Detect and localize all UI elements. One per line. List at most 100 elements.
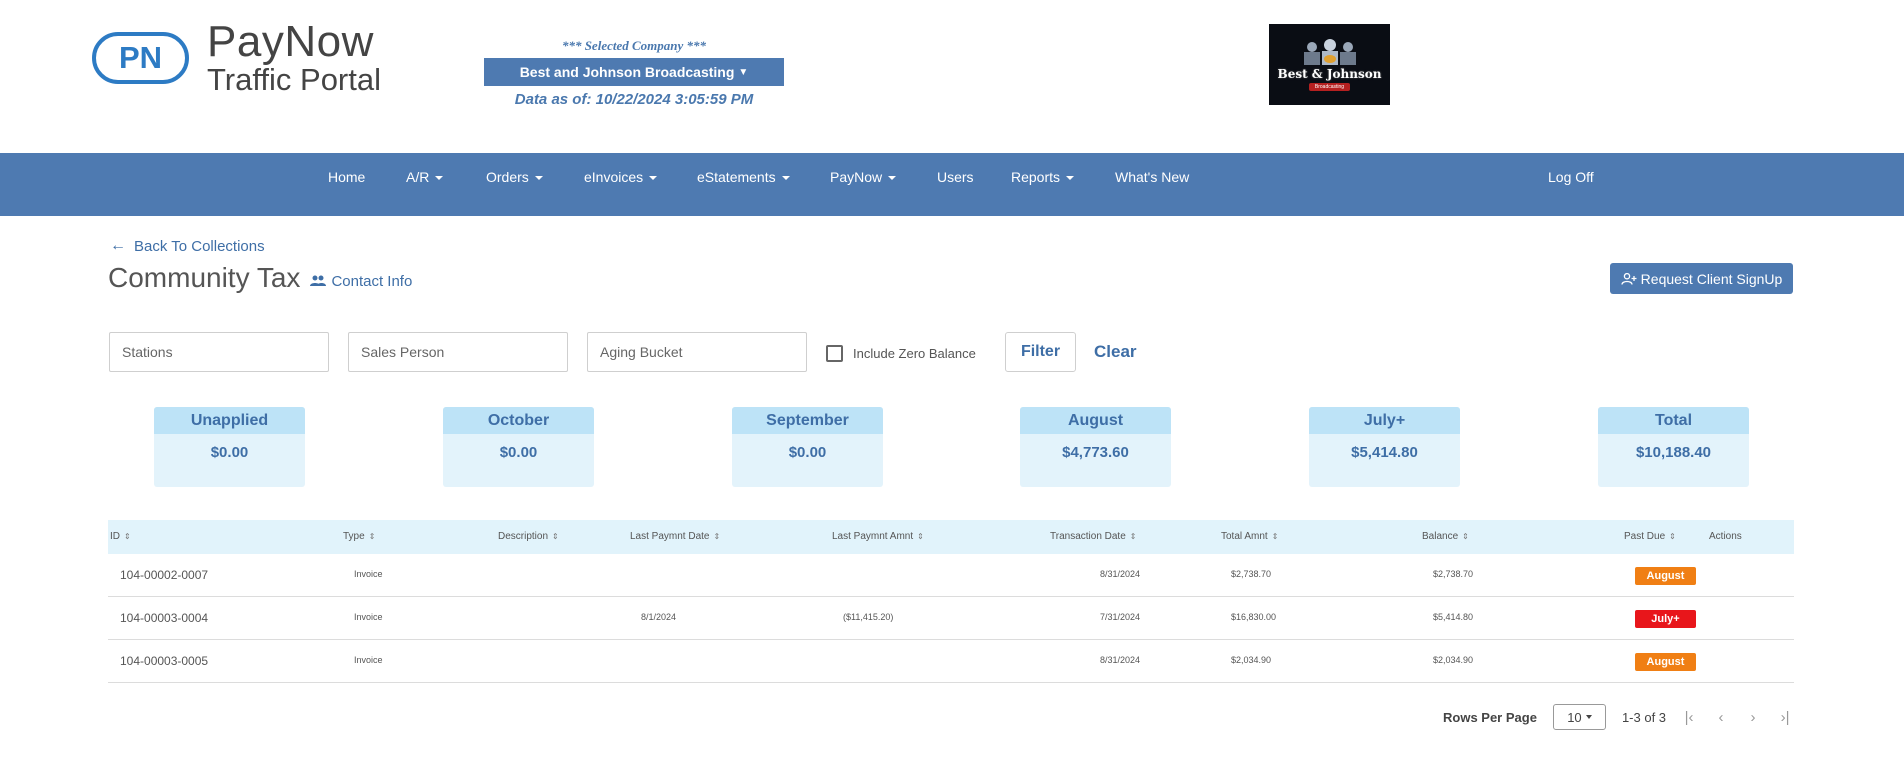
col-header-label: Type	[343, 531, 365, 542]
nav-einvoices[interactable]: eInvoices	[584, 166, 658, 188]
nav-reports[interactable]: Reports	[1011, 166, 1075, 188]
nav-log-off[interactable]: Log Off	[1548, 166, 1594, 188]
table-row[interactable]: 104-00002-0007 Invoice 8/31/2024 $2,738.…	[108, 554, 1794, 597]
company-selector: *** Selected Company *** Best and Johnso…	[484, 38, 784, 108]
col-header-description[interactable]: Description ⇕	[498, 531, 559, 542]
include-zero-balance[interactable]: Include Zero Balance	[826, 345, 976, 362]
last-page-icon[interactable]: ›|	[1776, 709, 1794, 726]
nav-einvoices-label: eInvoices	[584, 169, 644, 185]
col-header-label: Transaction Date	[1050, 531, 1126, 542]
prev-page-icon[interactable]: ‹	[1712, 709, 1730, 726]
cell-id[interactable]: 104-00003-0005	[120, 654, 208, 668]
nav-reports-label: Reports	[1011, 169, 1061, 185]
include-zero-balance-checkbox[interactable]	[826, 345, 843, 362]
nav-whats-new-label: What's New	[1115, 169, 1190, 185]
contact-info-link[interactable]: Contact Info	[310, 273, 412, 290]
back-to-collections-link[interactable]: ← Back To Collections	[110, 237, 265, 255]
cell-id[interactable]: 104-00003-0004	[120, 611, 208, 625]
col-header-actions: Actions	[1709, 531, 1742, 542]
summary-card-total: Total $10,188.40	[1598, 407, 1749, 487]
company-logo-text: Best & Johnson	[1277, 66, 1382, 81]
table-row[interactable]: 104-00003-0004 Invoice 8/1/2024 ($11,415…	[108, 597, 1794, 640]
col-header-balance[interactable]: Balance ⇕	[1422, 531, 1469, 542]
clear-button[interactable]: Clear	[1094, 342, 1137, 362]
col-header-label: Past Due	[1624, 531, 1666, 542]
brand-line2: Traffic Portal	[207, 62, 381, 97]
arrow-left-icon: ←	[110, 237, 126, 254]
cell-balance: $2,034.90	[1433, 655, 1474, 665]
cell-transaction-date: 8/31/2024	[1100, 655, 1141, 665]
nav-log-off-label: Log Off	[1548, 169, 1594, 185]
collections-table: ID ⇕ Type ⇕ Description ⇕ Last Paymnt Date ⇕…	[108, 520, 1794, 683]
aging-bucket-input[interactable]: Aging Bucket	[587, 332, 807, 372]
pagination: Rows Per Page 10 1-3 of 3 |‹ ‹ › ›|	[1443, 704, 1794, 730]
past-due-badge: August	[1635, 567, 1696, 585]
summary-value: $4,773.60	[1062, 444, 1129, 461]
col-header-last-payment-amount[interactable]: Last Paymnt Amnt ⇕	[832, 531, 924, 542]
summary-value: $5,414.80	[1351, 444, 1418, 461]
cell-id[interactable]: 104-00002-0007	[120, 568, 208, 582]
sort-icon: ⇕	[917, 531, 924, 541]
nav-users-label: Users	[937, 169, 974, 185]
cell-type: Invoice	[354, 569, 383, 579]
pn-badge: PN	[92, 31, 189, 84]
caret-down-icon	[781, 176, 790, 181]
filter-button[interactable]: Filter	[1005, 332, 1076, 372]
next-page-icon[interactable]: ›	[1744, 709, 1762, 726]
col-header-last-payment-date[interactable]: Last Paymnt Date ⇕	[630, 531, 720, 542]
rows-per-page-label: Rows Per Page	[1443, 709, 1537, 725]
band-silhouette-icon	[1303, 38, 1356, 65]
request-signup-label: Request Client SignUp	[1640, 270, 1783, 287]
col-header-label: ID	[110, 531, 120, 542]
paynow-logo[interactable]: PN PayNow Traffic Portal	[92, 20, 381, 95]
cell-last-payment-date: 8/1/2024	[641, 612, 677, 622]
cell-balance: $5,414.80	[1433, 612, 1474, 622]
nav-whats-new[interactable]: What's New	[1115, 166, 1189, 188]
request-client-signup-button[interactable]: Request Client SignUp	[1610, 263, 1793, 294]
table-row[interactable]: 104-00003-0005 Invoice 8/31/2024 $2,034.…	[108, 640, 1794, 683]
summary-card-september: September $0.00	[732, 407, 883, 487]
col-header-transaction-date[interactable]: Transaction Date ⇕	[1050, 531, 1136, 542]
caret-down-icon	[888, 176, 897, 181]
caret-down-icon: ▼	[738, 66, 749, 78]
contact-info-label: Contact Info	[331, 272, 413, 290]
cell-transaction-date: 8/31/2024	[1100, 569, 1141, 579]
stations-input[interactable]: Stations	[109, 332, 329, 372]
nav-orders[interactable]: Orders	[486, 166, 543, 188]
sales-person-input[interactable]: Sales Person	[348, 332, 568, 372]
col-header-total-amount[interactable]: Total Amnt ⇕	[1221, 531, 1278, 542]
company-dropdown-button[interactable]: Best and Johnson Broadcasting ▼	[484, 58, 784, 86]
summary-card-august: August $4,773.60	[1020, 407, 1171, 487]
sort-icon: ⇕	[1271, 531, 1279, 541]
nav-ar[interactable]: A/R	[406, 166, 444, 188]
cell-total-amount: $2,738.70	[1231, 569, 1272, 579]
summary-label: Unapplied	[154, 407, 305, 434]
caret-down-icon	[1585, 715, 1592, 719]
include-zero-balance-label: Include Zero Balance	[853, 346, 976, 361]
sort-icon: ⇕	[713, 531, 721, 541]
nav-estatements-label: eStatements	[697, 169, 776, 185]
nav-home[interactable]: Home	[328, 166, 365, 188]
summary-value: $0.00	[499, 444, 538, 461]
nav-users[interactable]: Users	[937, 166, 974, 188]
first-page-icon[interactable]: |‹	[1680, 709, 1698, 726]
col-header-past-due[interactable]: Past Due ⇕	[1624, 531, 1676, 542]
caret-down-icon	[1066, 176, 1075, 181]
rows-per-page-select[interactable]: 10	[1552, 704, 1606, 730]
nav-estatements[interactable]: eStatements	[697, 166, 790, 188]
caret-down-icon	[649, 176, 658, 181]
table-header: ID ⇕ Type ⇕ Description ⇕ Last Paymnt Date ⇕…	[108, 520, 1794, 554]
nav-orders-label: Orders	[486, 169, 529, 185]
caret-down-icon	[435, 176, 444, 181]
sort-icon: ⇕	[124, 531, 131, 541]
col-header-type[interactable]: Type ⇕	[343, 531, 375, 542]
brand-line1: PayNow	[207, 17, 374, 66]
summary-value: $0.00	[210, 444, 249, 461]
nav-home-label: Home	[328, 169, 366, 185]
company-logo-tag: Broadcasting	[1308, 82, 1351, 91]
col-header-id[interactable]: ID ⇕	[110, 531, 131, 542]
summary-card-unapplied: Unapplied $0.00	[154, 407, 305, 487]
nav-paynow[interactable]: PayNow	[830, 166, 897, 188]
summary-value: $10,188.40	[1635, 444, 1712, 461]
col-header-label: Last Paymnt Date	[630, 531, 710, 542]
